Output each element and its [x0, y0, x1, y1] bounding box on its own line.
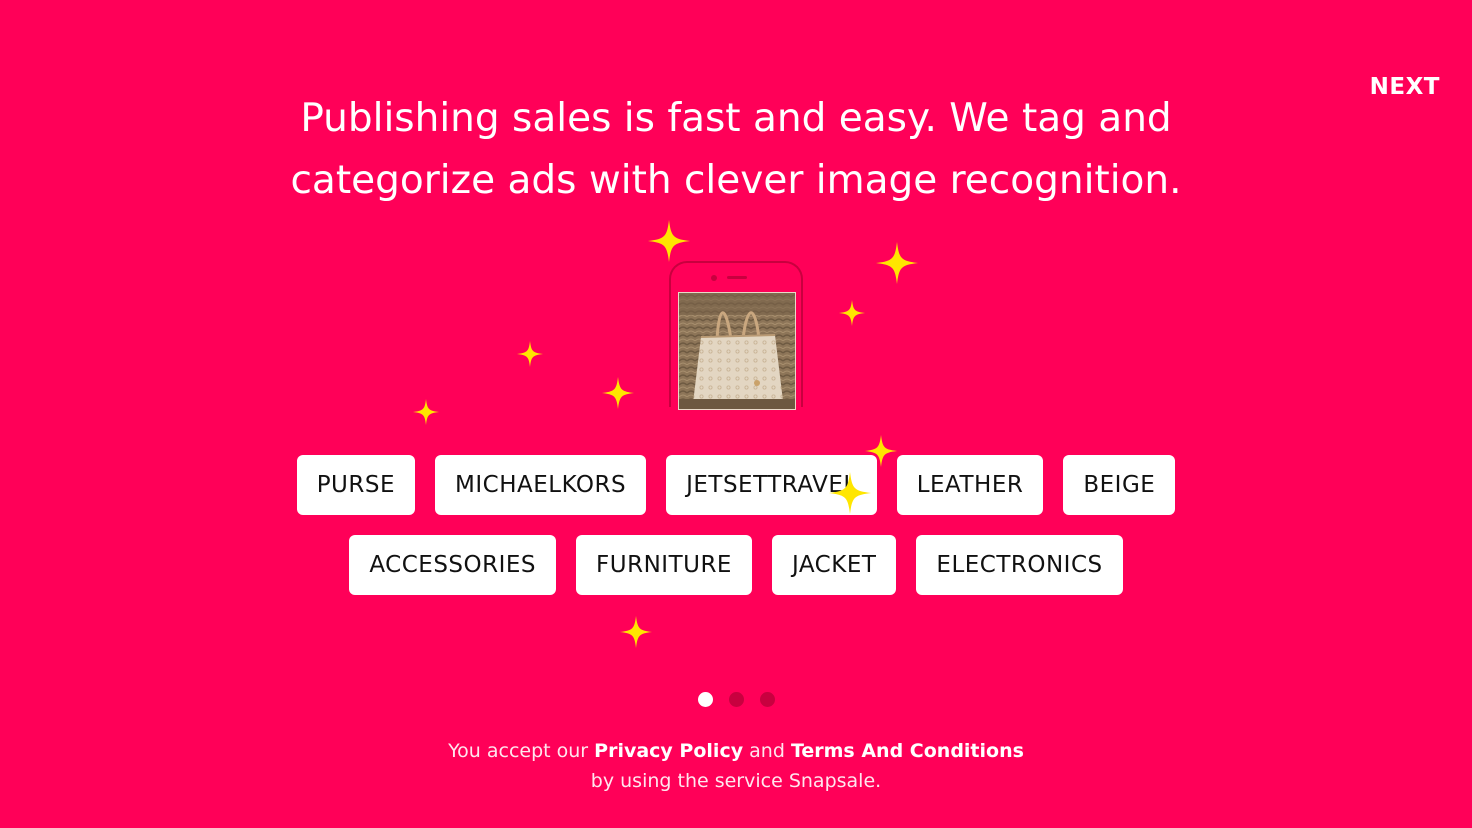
legal-line-1: You accept our Privacy Policy and Terms … [0, 736, 1472, 766]
sparkle-icon [839, 300, 865, 326]
headline: Publishing sales is fast and easy. We ta… [0, 88, 1472, 212]
phone-camera [711, 275, 717, 281]
purse-photo-icon [679, 293, 795, 409]
purse-photo [678, 292, 796, 410]
sparkle-icon [648, 220, 690, 262]
legal-footer: You accept our Privacy Policy and Terms … [0, 736, 1472, 796]
pagination-dot-1[interactable] [697, 692, 713, 707]
sparkle-icon [620, 616, 652, 648]
tag-row-1: PURSE MICHAELKORS JETSETTRAVEL LEATHER B… [0, 455, 1472, 515]
sparkle-icon [413, 399, 439, 425]
terms-link[interactable]: Terms And Conditions [791, 740, 1024, 762]
legal-text-and: and [749, 740, 785, 762]
tag-purse[interactable]: PURSE [296, 455, 416, 515]
pagination-dot-3[interactable] [759, 692, 775, 707]
tag-jacket[interactable]: JACKET [771, 535, 897, 595]
pagination-dot-2[interactable] [728, 692, 744, 707]
sparkle-icon [602, 377, 634, 409]
pagination-dots [0, 692, 1472, 707]
headline-line-1: Publishing sales is fast and easy. We ta… [300, 96, 1172, 141]
tag-furniture[interactable]: FURNITURE [576, 535, 752, 595]
sparkle-icon [865, 435, 897, 467]
tag-electronics[interactable]: ELECTRONICS [916, 535, 1123, 595]
tag-michaelkors[interactable]: MICHAELKORS [435, 455, 647, 515]
tag-leather[interactable]: LEATHER [896, 455, 1044, 515]
phone-speaker [727, 276, 747, 279]
tag-accessories[interactable]: ACCESSORIES [349, 535, 557, 595]
legal-line-2: by using the service Snapsale. [590, 770, 882, 792]
sparkle-icon [517, 341, 543, 367]
tag-row-2: ACCESSORIES FURNITURE JACKET ELECTRONICS [0, 535, 1472, 595]
phone-illustration [669, 261, 803, 410]
headline-line-2: categorize ads with clever image recogni… [290, 158, 1182, 203]
legal-text-accept: You accept our [448, 740, 589, 762]
tag-beige[interactable]: BEIGE [1063, 455, 1176, 515]
privacy-policy-link[interactable]: Privacy Policy [594, 740, 743, 762]
sparkle-icon [829, 472, 871, 514]
sparkle-icon [876, 242, 918, 284]
